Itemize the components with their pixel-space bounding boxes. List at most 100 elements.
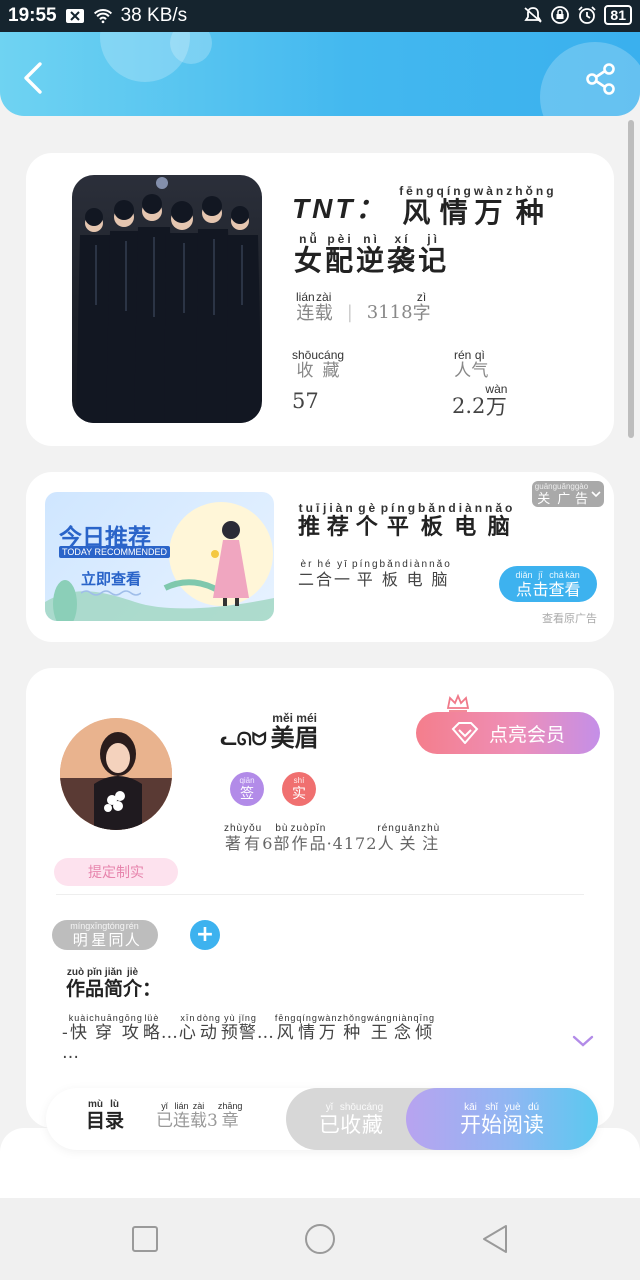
title-prefix: TNT： [292,193,387,224]
ruby-char: gōng 攻 [118,1013,143,1043]
ruby-char: qì 气 [471,348,489,381]
wave-decoration [81,590,141,596]
section-divider [56,894,584,895]
popularity-unit: wàn 万 [485,382,508,419]
ruby-char: yǐ 已 [318,1101,340,1137]
ruby-char: měi 美 [270,711,295,752]
ruby-char: jiàn 荐 [323,501,356,540]
back-chevron-icon[interactable] [20,60,50,96]
ruby-char: mù 目 [86,1099,106,1132]
ruby-char: gè 个 [355,501,381,540]
ad-click-button[interactable]: diǎn 点 jī 击 chá 查 kàn 看 [499,566,597,602]
book-title-line1: TNT： fēng 风 qíng 情 wàn 万 zhǒng 种 [292,185,557,227]
recent-apps-icon[interactable] [128,1222,162,1256]
ruby-char: zhù 注 [421,823,441,853]
title-line1-chars: fēng 风 qíng 情 wàn 万 zhǒng 种 [399,185,556,227]
ad-banner-image[interactable]: 今日推荐 TODAY RECOMMENDED 立即查看 [45,492,274,621]
status-bar: 19:55 38 KB/s 81 [0,0,640,32]
ruby-char: zài 载 [314,290,333,324]
ruby-char: míng 明 [70,921,91,949]
home-icon[interactable] [303,1222,337,1256]
author-name-prefix: ᓚᘏᗢ [220,729,267,750]
intro-text: - kuài 快 chuān 穿 gōng 攻 lüè 略 … xīn 心 dòng 动 yù 预 jǐng 警… [62,1014,542,1064]
word-count-unit: zì 字 [412,290,431,324]
close-ad-button[interactable]: guān 关 guǎng 广 gào 告 [532,481,604,507]
ruby-char: hé 合 [316,559,335,589]
ruby-char: pǐn 品 [85,967,105,1000]
intro-label: zuò 作 pǐn 品 jiǎn 简 jiè 介 ： [66,968,161,999]
ruby-char: diàn 电 [448,501,486,540]
ruby-char: nǎo 脑 [485,501,516,540]
add-tag-button[interactable]: + [190,920,220,950]
author-name[interactable]: ᓚᘏᗢ měi 美 méi 眉 [220,712,319,750]
signed-badge: qiān 签 [230,772,264,806]
wifi-icon [93,9,112,24]
scrollbar[interactable] [628,120,634,438]
ruby-char: zuò 作 [66,967,86,1000]
ruby-char: rén 人 [377,823,395,853]
edit-profile-pill[interactable]: 提定制实 [54,858,178,886]
start-reading-button[interactable]: kāi 开 shǐ 始 yuè 阅 dú 读 [406,1088,598,1150]
alarm-icon [578,6,597,24]
popularity-label: rén 人 qì 气 [454,349,488,380]
word-count-number: 3118 [366,302,413,323]
ruby-char: xīng 星 [90,921,108,949]
ruby-char: zhǒng 种 [337,1013,367,1043]
ruby-char: cáng 藏 [361,1101,384,1137]
ruby-char: qíng 情 [296,1013,318,1043]
tag-celebrity-fanfic[interactable]: míng 明 xīng 星 tóng 同 rén 人 [52,920,158,950]
popularity-value: 2.2 wàn 万 [452,383,507,418]
ruby-char: tóng 同 [107,921,125,949]
ruby-char: lüè 略 [142,1013,161,1043]
intro-more: … [62,1043,80,1063]
diamond-icon [451,722,479,744]
ruby-char: shǐ 始 [481,1101,502,1137]
ruby-char: niàn 念 [392,1013,414,1043]
expand-chevron-icon[interactable] [572,1034,594,1048]
bottom-action-bar: mù 目 lù 录 yǐ 已 lián 连 zài 载 3 zhāng 章 yǐ 已 shōu 收 cáng… [46,1088,598,1150]
ruby-char: qīng 倾 [413,1013,436,1043]
ruby-char: yǒu 有 [243,823,263,853]
ruby-char: lù 录 [105,1099,125,1132]
ruby-char: yù 预 [220,1013,239,1043]
activate-vip-button[interactable]: 点亮会员 [416,712,600,754]
ruby-char: dú 读 [523,1101,544,1137]
popularity-number: 2.2 [452,394,486,418]
ad-banner-subtitle: TODAY RECOMMENDED [59,546,171,558]
ruby-char: dòng 动 [196,1013,221,1043]
catalog-button[interactable]: mù 目 lù 录 [86,1100,124,1131]
ad-card: 今日推荐 TODAY RECOMMENDED 立即查看 tuī 推 jiàn 荐 gè 个… [26,472,614,642]
ruby-char: nǎo 脑 [429,559,452,589]
ruby-char: shōu 收 [292,348,319,381]
ruby-char: wáng 王 [366,1013,393,1043]
serial-status: lián 连 zài 载 [296,291,333,323]
ruby-char: zhāng 章 [217,1101,243,1131]
ad-original-link[interactable]: 查看原广告 [542,610,597,626]
ruby-char: bǎn 板 [418,501,449,540]
author-avatar[interactable] [60,718,172,830]
ruby-char: wàn 万 [317,1013,338,1043]
collect-value: 57 [292,389,319,413]
ruby-char: kāi 开 [460,1101,481,1137]
network-speed: 38 KB/s [120,5,188,26]
mute-icon [524,7,543,23]
book-cover-image[interactable] [72,175,262,423]
ruby-char: zhù 著 [224,823,244,853]
back-icon[interactable] [478,1222,512,1256]
ruby-char: yuè 阅 [502,1101,523,1137]
vip-button-label: 点亮会员 [488,723,565,746]
ruby-char: lián 连 [296,290,315,324]
ruby-char: … [160,1023,179,1043]
ruby-char: diǎn 点 [515,569,533,599]
ruby-char: cáng 藏 [318,348,345,381]
ruby-char: tuī 推 [298,501,324,540]
share-icon[interactable] [584,62,618,96]
author-stats: zhù 著 yǒu 有 6 bù 部 zuò 作 pǐn 品 ·4172 rén 人 guān 关 zhù 注 [224,824,440,852]
ruby-char: jì 记 [418,232,450,277]
author-card: ᓚᘏᗢ měi 美 méi 眉 点亮会员 qiān 签 shí 实 zhù 著 yǒu 有 6b… [26,668,614,1128]
ruby-char: jī 击 [532,569,549,599]
ruby-char: pèi 配 [325,232,357,277]
lock-icon [551,6,570,24]
chevron-down-icon [591,491,601,498]
ruby-char: 6 [262,834,274,853]
